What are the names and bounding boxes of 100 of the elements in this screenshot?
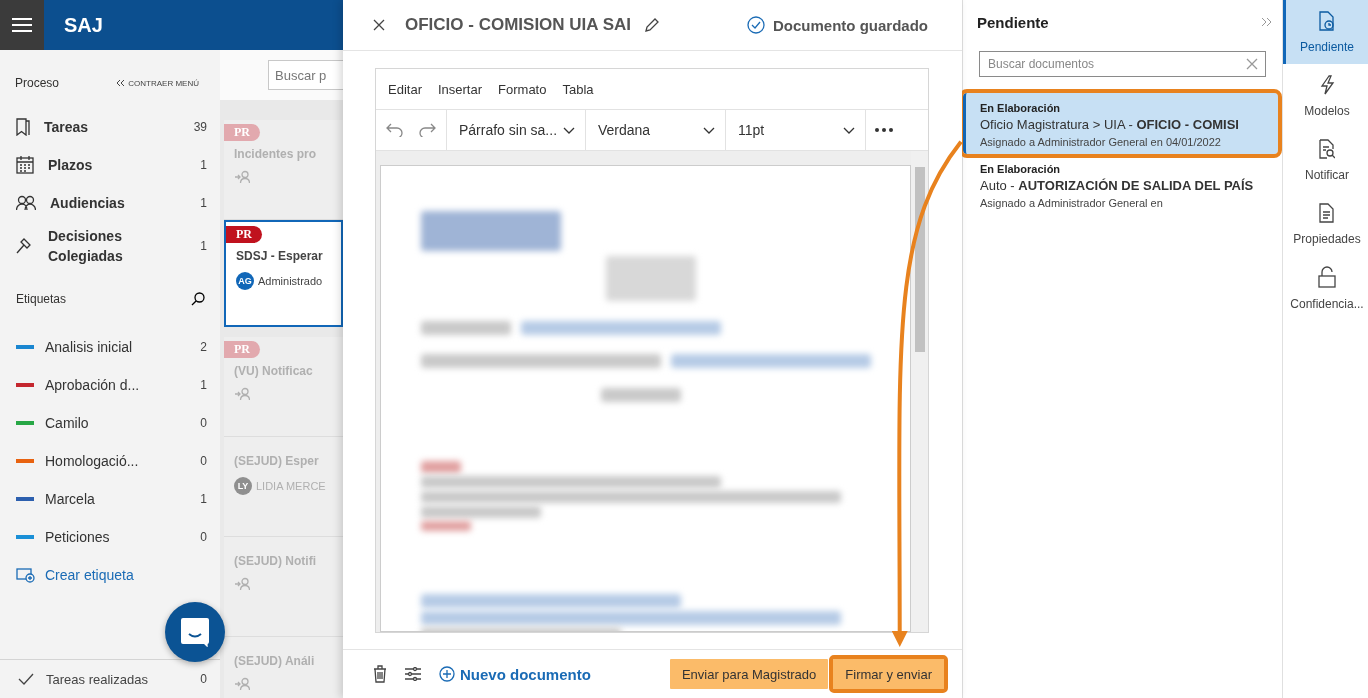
section-title: Etiquetas [16, 292, 67, 306]
item-count: 0 [200, 530, 207, 544]
task-title: (VU) Notificac [234, 364, 313, 378]
priority-badge: PR [224, 124, 260, 141]
close-icon [373, 19, 385, 31]
document-assignment: Asignado a Administrador General en [980, 197, 1164, 209]
rail-tab[interactable]: Notificar [1283, 128, 1368, 192]
assign-person-icon [234, 677, 250, 691]
assign-person-icon [234, 577, 250, 591]
assignee-name: Administrado [258, 275, 323, 287]
menu-item[interactable]: Insertar [437, 81, 483, 97]
tag-item[interactable]: Homologació... 0 [0, 442, 220, 480]
tag-item[interactable]: Camilo 0 [0, 404, 220, 442]
search-icon [191, 292, 205, 306]
item-count: 1 [200, 239, 207, 253]
item-count: 39 [193, 120, 207, 134]
new-document-link[interactable]: Nuevo documento [439, 665, 591, 683]
add-tag-icon [16, 567, 35, 583]
menu-button[interactable] [0, 0, 44, 50]
menu-item[interactable]: Formato [498, 81, 547, 97]
item-count: 1 [200, 378, 207, 392]
caret-down-icon [843, 126, 855, 134]
priority-badge: PR [224, 341, 260, 358]
item-count: 0 [200, 672, 207, 686]
app-title: SAJ [64, 13, 103, 37]
edit-title-button[interactable] [645, 18, 660, 32]
save-status: Documento guardado [773, 16, 928, 34]
document-clock-icon [1319, 10, 1335, 31]
document-path: Auto - AUTORIZACIÓN DE SALIDA DEL PAÍS [980, 178, 1255, 193]
close-button[interactable] [373, 19, 385, 31]
bookmark-icon [16, 118, 30, 136]
item-count: 2 [200, 340, 207, 354]
undo-button[interactable] [386, 123, 404, 137]
sidebar-item[interactable]: Plazos 1 [0, 146, 220, 184]
assignee-name: LIDIA MERCE [256, 480, 326, 492]
item-count: 1 [200, 158, 207, 172]
delete-button[interactable] [373, 665, 387, 683]
clear-button[interactable] [1246, 58, 1258, 70]
document-item[interactable]: En Elaboración Auto - AUTORIZACIÓN DE SALIDA DEL PAÍS Asignado a Administrador General en [963, 154, 1282, 215]
sidebar-item[interactable]: Audiencias 1 [0, 184, 220, 222]
menu-item[interactable]: Editar [388, 81, 422, 97]
plus-circle-icon [439, 666, 455, 682]
paragraph-style-dropdown[interactable]: Párrafo sin sa... [447, 110, 586, 150]
document-search-icon [1319, 138, 1335, 159]
document-status: En Elaboración [980, 163, 1062, 175]
double-chevron-right-icon [1261, 17, 1272, 27]
task-title: (SEJUD) Análi [234, 654, 315, 668]
calendar-icon [16, 156, 34, 174]
task-title: (SEJUD) Esper [234, 454, 319, 468]
menu-item[interactable]: Tabla [562, 81, 594, 97]
tag-item[interactable]: Marcela 1 [0, 480, 220, 518]
item-count: 1 [200, 196, 207, 210]
font-size-dropdown[interactable]: 11pt [726, 110, 866, 150]
search-button[interactable] [191, 292, 205, 306]
sliders-icon [405, 667, 421, 681]
action-button[interactable]: Enviar para Magistrado [669, 659, 829, 689]
rail-tab[interactable]: Propiedades [1283, 192, 1368, 256]
priority-badge: PR [226, 226, 262, 243]
tag-item[interactable]: Peticiones 0 [0, 518, 220, 556]
task-card[interactable]: PR SDSJ - Esperar AG Administrado [224, 220, 343, 327]
checkmark-icon [18, 673, 34, 685]
sidebar-item[interactable]: Decisiones Colegiadas 1 [0, 222, 220, 270]
tag-item[interactable]: Analisis inicial 2 [0, 328, 220, 366]
rail-tab[interactable]: Modelos [1283, 64, 1368, 128]
lightning-icon [1319, 74, 1335, 95]
item-count: 1 [200, 492, 207, 506]
double-chevron-left-icon [116, 79, 126, 87]
font-dropdown[interactable]: Verdana [586, 110, 726, 150]
document-assignment: Asignado a Administrador General en 04/01/2022 [980, 136, 1222, 148]
task-title: (SEJUD) Notifi [234, 554, 316, 568]
section-title: Proceso [15, 76, 60, 90]
pencil-icon [645, 18, 660, 32]
close-icon [1246, 58, 1258, 70]
item-count: 0 [200, 416, 207, 430]
sidebar-item[interactable]: Tareas 39 [0, 108, 220, 146]
assign-person-icon [234, 170, 250, 184]
avatar-initials: LY [234, 477, 252, 495]
more-dots-icon [875, 128, 893, 132]
redo-icon [418, 123, 436, 137]
collapse-menu-button[interactable]: CONTRAER MENÚ [116, 78, 199, 88]
create-tag-link[interactable]: Crear etiqueta [0, 556, 220, 594]
task-title: SDSJ - Esperar [236, 249, 323, 263]
search-field[interactable]: Buscar p [268, 60, 343, 90]
settings-button[interactable] [405, 667, 421, 681]
avatar-initials: AG [236, 272, 254, 290]
menu-icon [12, 17, 32, 33]
rail-tab[interactable]: Confidencia... [1283, 256, 1368, 320]
panel-title: Pendiente [977, 13, 1049, 31]
search-field[interactable]: Buscar documentos [979, 51, 1266, 77]
collapse-panel-button[interactable] [1261, 17, 1272, 27]
assign-person-icon [234, 387, 250, 401]
document-list-icon [1319, 202, 1335, 223]
padlock-icon [1318, 265, 1336, 288]
tag-item[interactable]: Aprobación d... 1 [0, 366, 220, 404]
undo-icon [386, 123, 404, 137]
rail-tab[interactable]: Pendiente [1283, 0, 1368, 64]
document-title: OFICIO - COMISION UIA SAI [405, 15, 632, 35]
trash-icon [373, 665, 387, 683]
caret-down-icon [563, 126, 575, 134]
redo-button[interactable] [418, 123, 436, 137]
